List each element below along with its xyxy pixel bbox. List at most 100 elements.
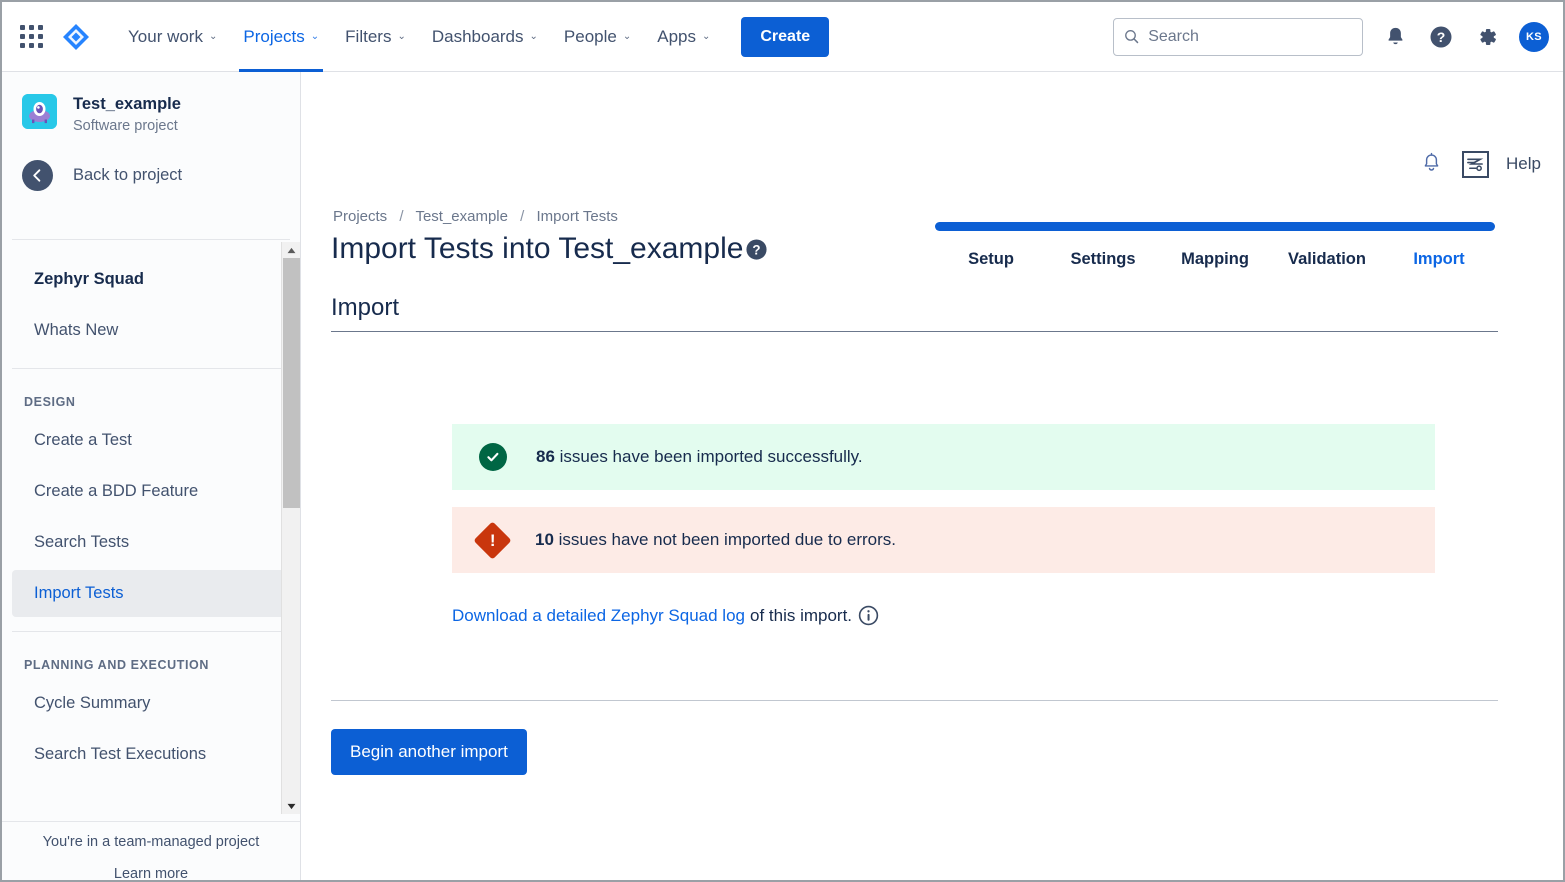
nav-item-people[interactable]: People ⌄ [551, 2, 644, 72]
arrow-left-icon [22, 160, 53, 191]
zephyr-squad-icon[interactable] [1462, 150, 1490, 178]
primary-nav-items: Your work ⌄ Projects ⌄ Filters ⌄ Dashboa… [115, 2, 830, 72]
sidebar-item-label: Search Test Executions [34, 745, 207, 763]
section-heading-text: Import [331, 294, 400, 321]
sidebar-item-search-tests[interactable]: Search Tests [12, 519, 292, 566]
avatar[interactable]: KS [1519, 21, 1549, 52]
breadcrumb-separator: / [520, 208, 525, 225]
search-box[interactable] [1113, 17, 1363, 56]
scrollbar-thumb[interactable] [283, 258, 300, 508]
learn-more-link[interactable]: Learn more [2, 866, 300, 880]
project-type: Software project [73, 118, 178, 134]
sidebar-item-label: Zephyr Squad [34, 270, 145, 288]
content-utility-bar: Help [1417, 150, 1541, 178]
error-alert: ! 10 issues have not been imported due t… [452, 507, 1435, 573]
download-log-row: Download a detailed Zephyr Squad log of … [452, 605, 879, 626]
scroll-down-arrow-icon[interactable] [282, 798, 300, 814]
error-count: 10 [535, 530, 554, 549]
breadcrumb-item-test-example[interactable]: Test_example [415, 208, 508, 225]
help-link[interactable]: Help [1506, 154, 1541, 174]
sidebar-item-cycle-summary[interactable]: Cycle Summary [12, 680, 292, 727]
sidebar-scrollbar[interactable] [281, 242, 300, 814]
global-navigation-bar: Your work ⌄ Projects ⌄ Filters ⌄ Dashboa… [2, 2, 1563, 72]
search-icon [1125, 29, 1139, 44]
page-title: Import Tests into Test_example ? [331, 232, 768, 266]
app-window: Your work ⌄ Projects ⌄ Filters ⌄ Dashboa… [0, 0, 1565, 882]
success-count: 86 [536, 447, 555, 466]
breadcrumb-item-import-tests[interactable]: Import Tests [537, 208, 618, 225]
apps-grid-icon[interactable] [20, 25, 43, 48]
nav-item-projects[interactable]: Projects ⌄ [230, 2, 332, 72]
sidebar-item-import-tests[interactable]: Import Tests [12, 570, 292, 617]
project-meta: Test_example Software project [73, 94, 181, 134]
breadcrumb-item-projects[interactable]: Projects [333, 208, 387, 225]
nav-item-dashboards[interactable]: Dashboards ⌄ [419, 2, 551, 72]
sidebar-item-label: Cycle Summary [34, 694, 151, 712]
wizard-step-setup[interactable]: Setup [935, 250, 1047, 269]
chevron-down-icon: ⌄ [310, 31, 320, 42]
sidebar-scroll-area: Zephyr Squad Whats New DESIGN Create a T… [2, 239, 300, 814]
nav-item-label: Projects [243, 26, 305, 46]
download-log-link[interactable]: Download a detailed Zephyr Squad log [452, 606, 745, 626]
scroll-up-arrow-icon[interactable] [282, 242, 300, 258]
create-button[interactable]: Create [741, 16, 830, 57]
project-sidebar: Test_example Software project Back to pr… [2, 72, 301, 880]
download-log-tail-text: of this import. [749, 605, 853, 625]
project-header[interactable]: Test_example Software project [2, 72, 300, 134]
sidebar-footer: You're in a team-managed project Learn m… [2, 821, 300, 880]
wizard-step-validation[interactable]: Validation [1271, 250, 1383, 269]
wizard-step-settings[interactable]: Settings [1047, 250, 1159, 269]
nav-item-filters[interactable]: Filters ⌄ [332, 2, 419, 72]
project-name: Test_example [73, 95, 181, 113]
wizard-step-import[interactable]: Import [1383, 250, 1495, 269]
back-to-project-button[interactable]: Back to project [2, 134, 300, 191]
sidebar-item-whats-new[interactable]: Whats New [12, 307, 292, 354]
chevron-down-icon: ⌄ [622, 31, 632, 42]
nav-item-label: Your work [128, 26, 203, 46]
success-alert-text: 86 issues have been imported successfull… [536, 447, 863, 467]
help-circle-icon[interactable]: ? [745, 238, 768, 261]
team-managed-note: You're in a team-managed project [42, 834, 260, 850]
project-robot-icon [22, 94, 57, 129]
error-alert-text: 10 issues have not been imported due to … [535, 530, 896, 550]
nav-item-apps[interactable]: Apps ⌄ [644, 2, 723, 72]
sidebar-item-label: Search Tests [34, 533, 130, 551]
notifications-bell-icon[interactable] [1381, 23, 1409, 51]
wizard-step-labels: Setup Settings Mapping Validation Import [935, 250, 1495, 269]
sidebar-item-create-a-bdd-feature[interactable]: Create a BDD Feature [12, 468, 292, 515]
wizard-step-mapping[interactable]: Mapping [1159, 250, 1271, 269]
search-input[interactable] [1148, 27, 1352, 46]
info-circle-icon[interactable] [858, 605, 879, 626]
chevron-down-icon: ⌄ [701, 31, 711, 42]
breadcrumb-separator: / [399, 208, 404, 225]
back-to-project-label: Back to project [73, 166, 183, 184]
chevron-down-icon: ⌄ [208, 31, 218, 42]
nav-item-your-work[interactable]: Your work ⌄ [115, 2, 230, 72]
nav-item-label: Apps [657, 26, 696, 46]
success-message: issues have been imported successfully. [554, 447, 863, 466]
import-result-alerts: 86 issues have been imported successfull… [452, 424, 1435, 573]
jira-logo-icon[interactable] [61, 22, 91, 52]
begin-another-import-button[interactable]: Begin another import [331, 729, 527, 775]
nav-item-label: Dashboards [431, 26, 524, 46]
error-diamond-icon: ! [473, 520, 512, 560]
notifications-bell-icon[interactable] [1417, 150, 1445, 178]
divider [12, 239, 290, 240]
sidebar-section-planning-and-execution: PLANNING AND EXECUTION [24, 658, 209, 672]
sidebar-item-label: Create a Test [34, 431, 132, 449]
success-alert: 86 issues have been imported successfull… [452, 424, 1435, 490]
chevron-down-icon: ⌄ [397, 31, 406, 42]
section-heading: Import [331, 294, 1498, 332]
gear-icon[interactable] [1473, 23, 1501, 51]
svg-text:?: ? [1437, 29, 1446, 45]
check-circle-icon [479, 443, 507, 471]
help-circle-icon[interactable]: ? [1427, 23, 1455, 51]
sidebar-item-zephyr-squad[interactable]: Zephyr Squad [12, 256, 292, 303]
sidebar-item-search-test-executions[interactable]: Search Test Executions [12, 731, 292, 778]
svg-text:?: ? [753, 242, 761, 257]
divider [331, 700, 1498, 701]
sidebar-item-create-a-test[interactable]: Create a Test [12, 417, 292, 464]
progress-bar [935, 222, 1495, 231]
nav-item-label: Filters [345, 26, 392, 46]
page-title-text: Import Tests into Test_example [331, 232, 744, 265]
